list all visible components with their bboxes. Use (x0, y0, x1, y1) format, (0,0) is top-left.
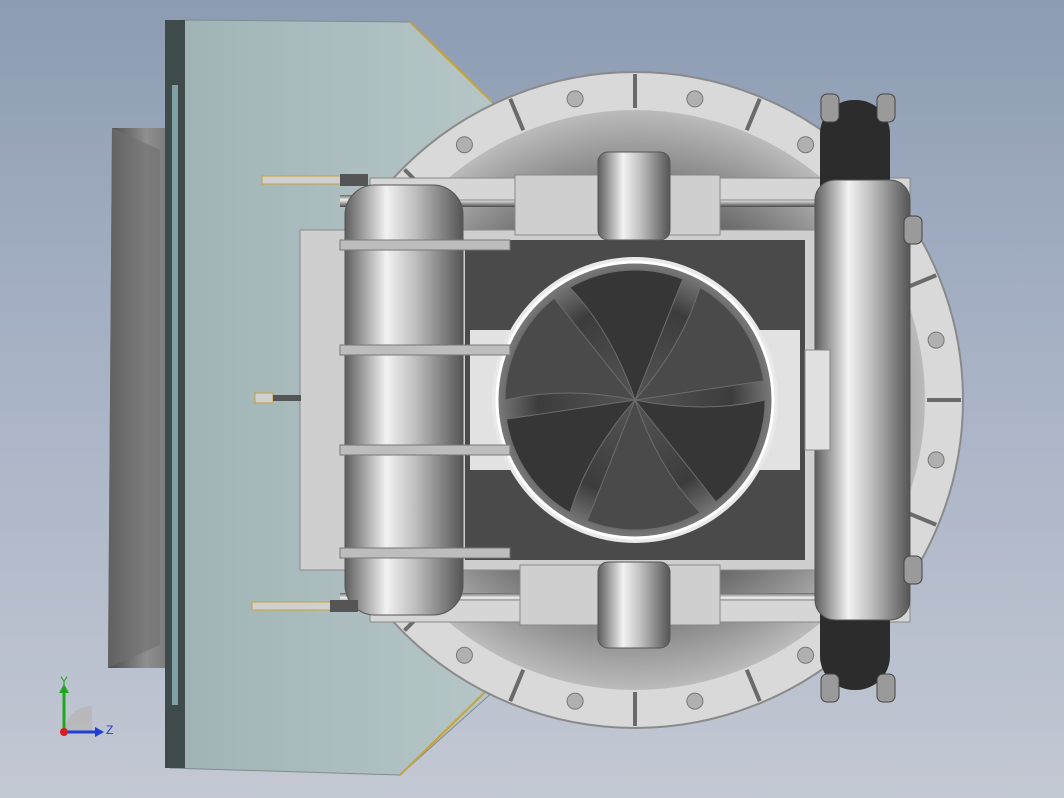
flange-bolt (455, 136, 473, 154)
flange-bolt (566, 692, 584, 710)
3d-viewport[interactable]: Y Z (0, 0, 1064, 798)
z-axis-label: Z (106, 723, 113, 737)
cad-model-view[interactable] (0, 0, 1064, 798)
adjustment-knob (876, 673, 896, 703)
triad-plane (64, 705, 92, 731)
axis-triad: Y Z (50, 674, 120, 746)
adjustment-knob (903, 555, 923, 585)
adjustment-knob (820, 93, 840, 123)
flange-bolt (927, 331, 945, 349)
triad-graphic: Y Z (59, 674, 113, 737)
right-roller (804, 100, 911, 690)
adjustment-knob (903, 215, 923, 245)
flange-bolt (686, 90, 704, 108)
flange-bolt (927, 451, 945, 469)
fan-impeller (492, 257, 778, 543)
flange-bolt (797, 646, 815, 664)
flange-bolt (566, 90, 584, 108)
adjustment-knob (820, 673, 840, 703)
y-axis-label: Y (60, 676, 68, 688)
z-axis-head (95, 727, 104, 737)
x-axis-dot (60, 728, 68, 736)
flange-bolt (686, 692, 704, 710)
flange-bolt (797, 136, 815, 154)
flange-bolt (455, 646, 473, 664)
adjustment-knob (876, 93, 896, 123)
